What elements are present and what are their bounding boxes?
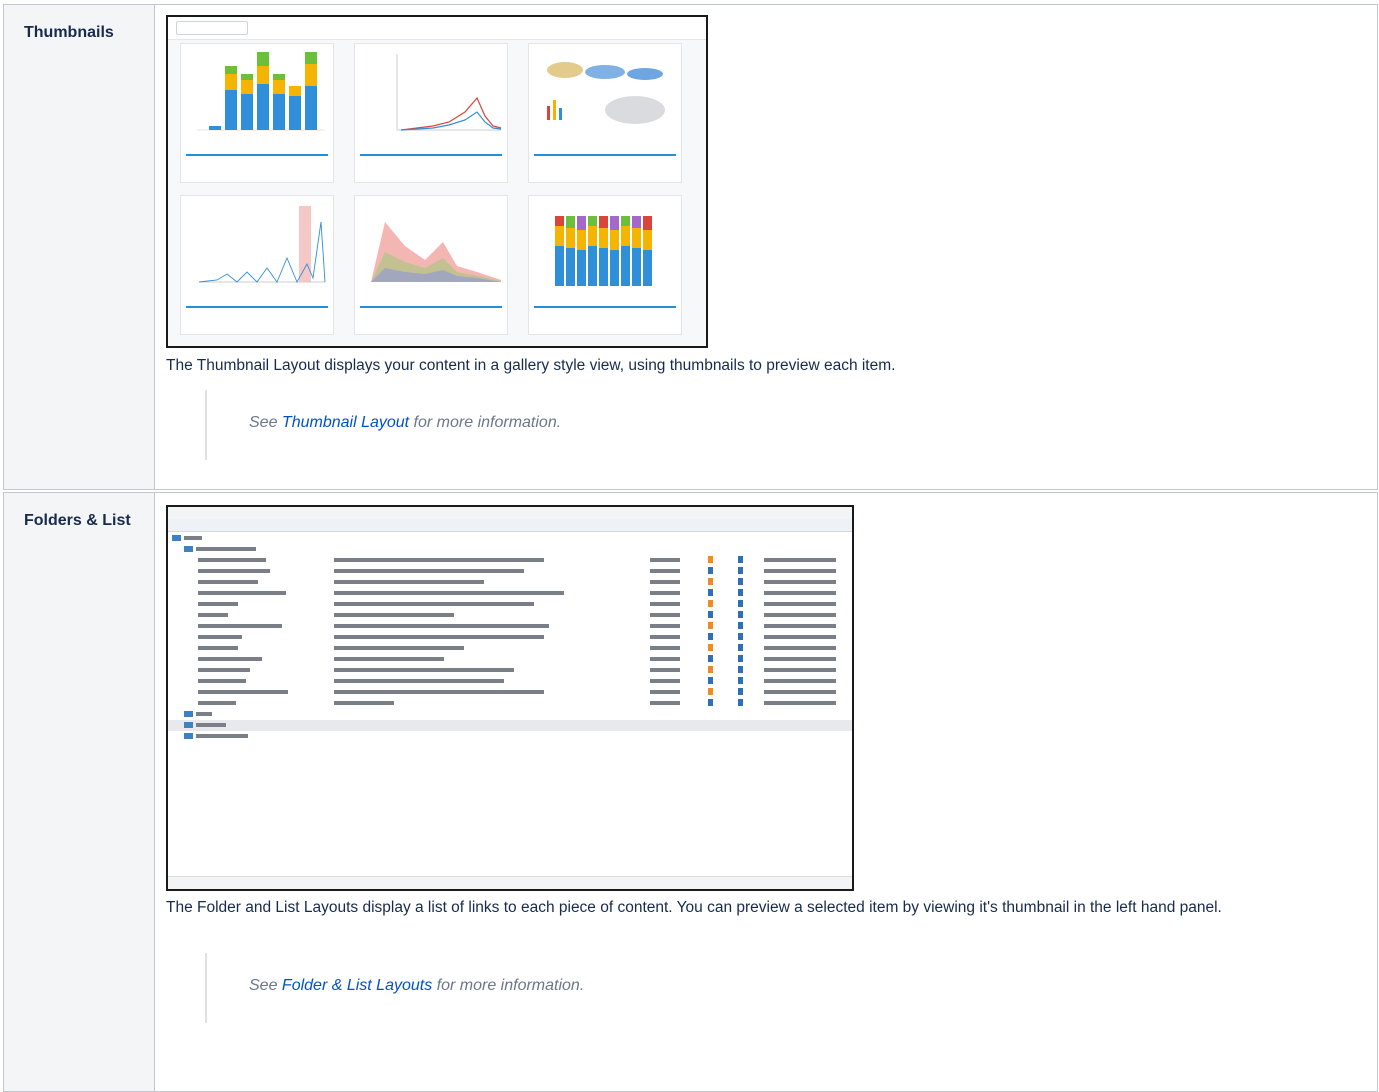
folder-icon [172,534,181,541]
card-divider [186,154,328,156]
line-chart-icon [396,54,502,131]
list-item[interactable] [168,555,852,566]
layouts-table: Thumbnails The Thumbnail Layout displays… [0,0,1379,1092]
list-item[interactable] [168,599,852,610]
map-icon [547,62,665,124]
chart-type-icon [708,622,713,630]
status-icon [738,567,743,575]
chart-type-icon [708,611,713,619]
list-item[interactable] [168,632,852,643]
status-icon [738,589,743,597]
status-icon [738,688,743,696]
folder-row[interactable] [168,731,852,742]
folder-row[interactable] [168,533,852,544]
row-content-cell: The Folder and List Layouts display a li… [155,492,1378,1092]
status-icon [738,699,743,707]
folder-icon [184,710,193,717]
folder-row[interactable] [168,720,852,731]
folder-icon [184,732,193,739]
status-icon [738,556,743,564]
thumbnail-layout-screenshot [166,15,708,348]
table-row-thumbnails: Thumbnails The Thumbnail Layout displays… [0,4,1379,490]
list-item[interactable] [168,687,852,698]
list-item[interactable] [168,610,852,621]
see-suffix: for more information. [432,977,585,994]
table-row-folders: Folders & List The Folder and List Layou… [0,492,1379,1092]
thumbnail-card [180,43,334,183]
see-prefix: See [249,977,282,994]
thumbnail-layout-link[interactable]: Thumbnail Layout [282,414,409,431]
chart-type-icon [708,633,713,641]
folder-row[interactable] [168,544,852,555]
chart-type-icon [708,556,713,564]
thumbnail-card [180,195,334,335]
thumbnail-toolbar [168,17,706,40]
row-heading: Folders & List [24,512,131,529]
thumbnail-card [528,195,682,335]
list-item[interactable] [168,676,852,687]
bar-chart-icon [197,52,325,131]
bar-chart-icon [555,216,652,286]
status-icon [738,666,743,674]
thumbnail-card [528,43,682,183]
see-more-quote: See Thumbnail Layout for more informatio… [205,390,561,460]
thumbnail-card [354,195,508,335]
list-item[interactable] [168,654,852,665]
chart-type-icon [708,600,713,608]
folder-list-column-header [168,519,852,532]
chart-type-icon [708,567,713,575]
folders-description: The Folder and List Layouts display a li… [166,899,1222,916]
status-icon [738,611,743,619]
list-item[interactable] [168,577,852,588]
folder-list-footer [168,876,852,889]
thumbnail-card [354,43,508,183]
row-heading: Thumbnails [24,24,114,41]
chart-type-icon [708,578,713,586]
row-heading-cell: Thumbnails [3,4,155,490]
category-dropdown [176,21,248,35]
card-divider [360,306,502,308]
card-divider [534,154,676,156]
area-chart-icon [371,222,501,282]
list-item[interactable] [168,643,852,654]
status-icon [738,578,743,586]
folder-icon [184,721,193,728]
card-divider [186,306,328,308]
folder-row[interactable] [168,709,852,720]
row-heading-cell: Folders & List [3,492,155,1092]
chart-type-icon [708,644,713,652]
list-item[interactable] [168,665,852,676]
status-icon [738,677,743,685]
chart-type-icon [708,655,713,663]
status-icon [738,600,743,608]
thumbnails-description: The Thumbnail Layout displays your conte… [166,357,896,374]
chart-type-icon [708,666,713,674]
chart-type-icon [708,589,713,597]
see-prefix: See [249,414,282,431]
status-icon [738,622,743,630]
chart-type-icon [708,699,713,707]
folder-list-layouts-link[interactable]: Folder & List Layouts [282,977,432,994]
card-divider [360,154,502,156]
list-item[interactable] [168,566,852,577]
status-icon [738,644,743,652]
status-icon [738,633,743,641]
chart-type-icon [708,677,713,685]
list-item[interactable] [168,698,852,709]
see-more-quote: See Folder & List Layouts for more infor… [205,953,584,1023]
chart-type-icon [708,688,713,696]
card-divider [534,306,676,308]
folder-list-screenshot [166,505,854,891]
list-item[interactable] [168,588,852,599]
list-item[interactable] [168,621,852,632]
status-icon [738,655,743,663]
line-chart-icon [198,206,326,284]
row-content-cell: The Thumbnail Layout displays your conte… [155,4,1378,490]
see-suffix: for more information. [409,414,562,431]
see-more-text: See Thumbnail Layout for more informatio… [249,414,561,432]
see-more-text: See Folder & List Layouts for more infor… [249,977,584,995]
folder-icon [184,545,193,552]
